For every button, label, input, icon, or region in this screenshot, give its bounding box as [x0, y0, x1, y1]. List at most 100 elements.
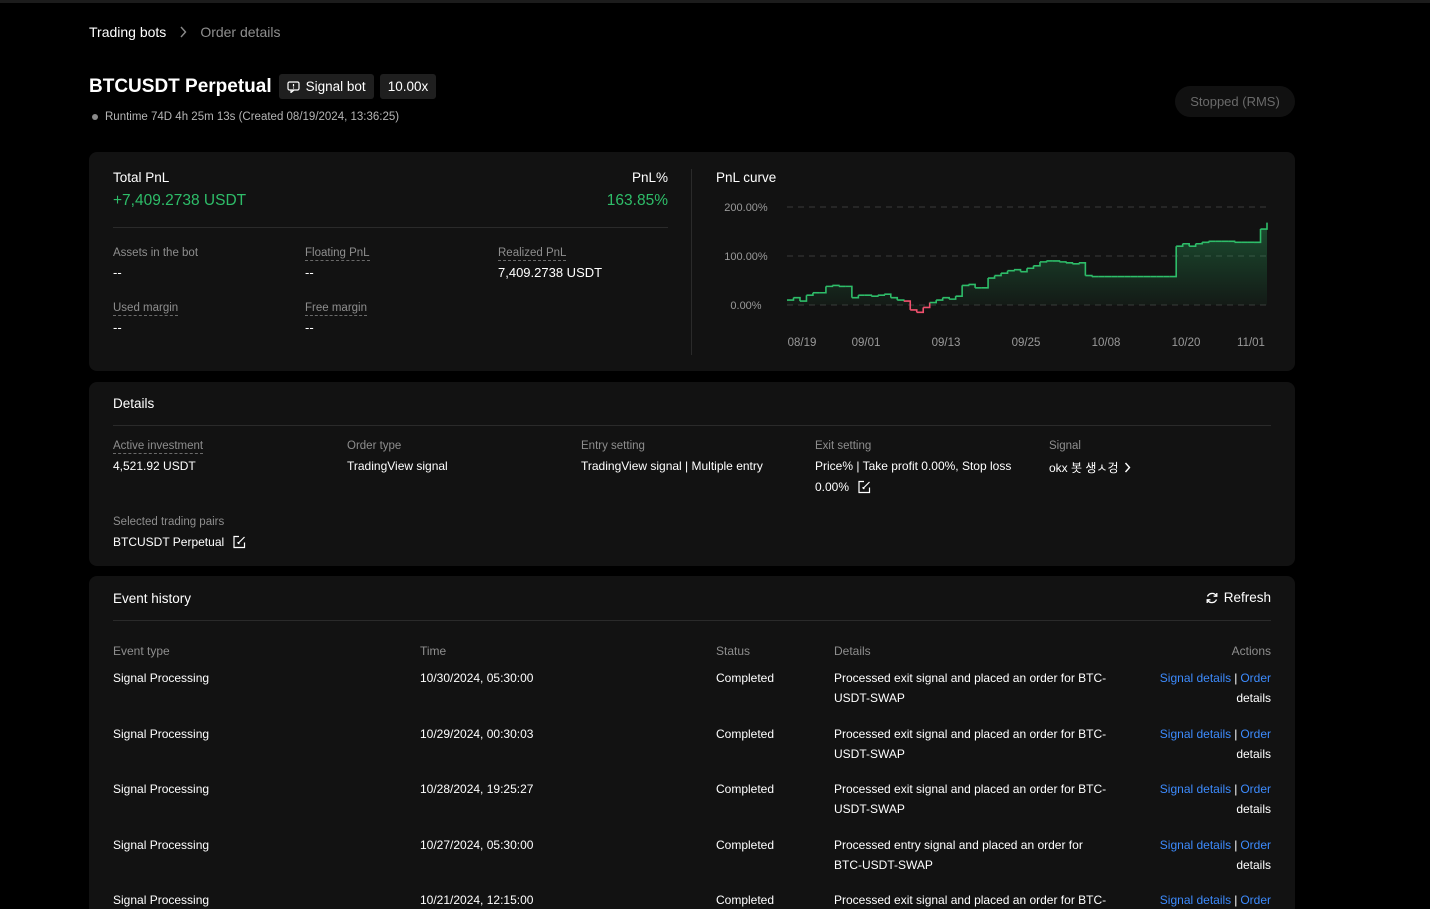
divider	[113, 620, 1271, 621]
title-row: BTCUSDT Perpetual Signal bot 10.00x	[89, 74, 442, 99]
free-margin-label[interactable]: Free margin	[305, 302, 367, 316]
order-details-link[interactable]: Order	[1240, 782, 1271, 796]
bot-type-badge: Signal bot	[278, 74, 374, 99]
signal-details-link[interactable]: Signal details	[1160, 727, 1231, 741]
details-heading: Details	[113, 396, 155, 411]
runtime-text: Runtime 74D 4h 25m 13s (Created 08/19/20…	[105, 111, 400, 123]
event-time-cell: 10/28/2024, 19:25:27	[420, 782, 534, 796]
action-separator: |	[1234, 837, 1238, 852]
pnl-line-segment	[1202, 241, 1210, 244]
event-details-line2: BTC-USDT-SWAP	[834, 857, 933, 872]
refresh-icon	[1206, 592, 1218, 603]
exit-setting-label: Exit setting	[815, 440, 872, 452]
floating-pnl-label[interactable]: Floating PnL	[305, 247, 370, 261]
pnl-curve-chart: 200.00% 100.00% 0.00% 08/19 09/01 09/13 09/25 1…	[724, 202, 1268, 349]
order-type-label: Order type	[347, 440, 402, 452]
order-details-link-cont[interactable]: details	[1236, 799, 1271, 819]
trading-pairs-row: BTCUSDT Perpetual	[113, 535, 246, 549]
col-status: Status	[716, 644, 751, 658]
chart-title: PnL curve	[716, 170, 777, 185]
event-status-cell: Completed	[716, 893, 775, 907]
order-details-link-cont[interactable]: details	[1236, 688, 1271, 708]
event-type-cell: Signal Processing	[113, 782, 210, 796]
active-investment-label[interactable]: Active investment	[113, 440, 204, 454]
exit-setting-value-2: 0.00%	[815, 480, 871, 494]
pnl-pct-value: 163.85%	[606, 192, 668, 209]
total-pnl-value: +7,409.2738 USDT	[113, 192, 247, 209]
trading-pairs-value: BTCUSDT Perpetual	[113, 535, 225, 549]
col-time: Time	[420, 644, 447, 658]
signal-label: Signal	[1049, 440, 1081, 452]
pnl-line-segment	[955, 285, 963, 297]
x-tick-label: 08/19	[788, 337, 817, 349]
x-tick-label: 10/20	[1172, 337, 1201, 349]
runtime-info: Runtime 74D 4h 25m 13s (Created 08/19/20…	[92, 111, 399, 123]
signal-details-link[interactable]: Signal details	[1160, 893, 1231, 907]
signal-details-link[interactable]: Signal details	[1160, 838, 1231, 852]
event-status-cell: Completed	[716, 671, 775, 685]
floating-pnl-value: --	[305, 265, 314, 280]
event-status-cell: Completed	[716, 726, 775, 741]
signal-details-link[interactable]: Signal details	[1160, 671, 1231, 685]
pnl-line-segment	[1169, 246, 1177, 278]
table-row: Signal Processing 10/30/2024, 05:30:00 Com…	[89, 668, 1295, 723]
edit-icon[interactable]	[232, 535, 246, 549]
divider	[113, 227, 668, 228]
realized-pnl-value: 7,409.2738 USDT	[498, 265, 603, 280]
breadcrumb-trading-bots[interactable]: Trading bots	[89, 24, 166, 40]
refresh-button[interactable]: Refresh	[1205, 590, 1271, 605]
event-history-card: Event history Refresh Event type Time St…	[89, 576, 1295, 909]
pnl-line-segment	[1254, 229, 1262, 244]
edit-icon[interactable]	[857, 480, 871, 494]
vertical-divider	[691, 169, 692, 355]
order-details-link[interactable]: Order	[1240, 727, 1271, 741]
event-type-cell: Signal Processing	[113, 837, 210, 852]
page-title: BTCUSDT Perpetual	[89, 75, 272, 97]
exit-setting-value: Price% | Take profit 0.00%, Stop loss	[815, 459, 1012, 473]
pnl-line-segment	[1001, 270, 1009, 274]
pnl-line-segment	[988, 275, 996, 279]
event-type-cell: Signal Processing	[113, 893, 210, 907]
event-time-cell: 10/27/2024, 05:30:00	[420, 837, 534, 852]
used-margin-label[interactable]: Used margin	[113, 302, 179, 316]
pnl-line-segment	[962, 284, 970, 287]
order-details-link[interactable]: Order	[1240, 893, 1271, 907]
event-status-cell: Completed	[716, 837, 775, 852]
action-separator: |	[1234, 893, 1238, 907]
signal-details-link[interactable]: Signal details	[1160, 782, 1231, 796]
x-tick-label: 11/01	[1237, 337, 1265, 349]
order-details-link-cont[interactable]: details	[1236, 855, 1271, 875]
pnl-line-segment	[787, 297, 795, 301]
realized-pnl-label[interactable]: Realized PnL	[498, 247, 567, 261]
signal-link[interactable]: okx 봇 생ㅅ겅	[1049, 459, 1131, 476]
event-details-line1: Processed exit signal and placed an orde…	[834, 782, 1107, 796]
order-details-link-cont[interactable]: details	[1236, 744, 1271, 764]
y-tick-label: 200.00%	[724, 202, 768, 214]
action-separator: |	[1234, 726, 1238, 741]
table-row: Signal Processing 10/21/2024, 12:15:00 Com…	[89, 890, 1295, 909]
breadcrumb-current: Order details	[200, 24, 281, 40]
order-type-value: TradingView signal	[347, 459, 448, 473]
x-tick-label: 10/08	[1092, 337, 1121, 349]
pnl-line-segment	[825, 285, 834, 288]
free-margin-value: --	[305, 320, 314, 335]
pnl-line-segment	[1027, 265, 1035, 270]
trading-pairs-label: Selected trading pairs	[113, 516, 225, 528]
col-event-type: Event type	[113, 644, 170, 658]
details-card: Details Active investment 4,521.92 USDT …	[89, 382, 1295, 566]
pnl-line-segment	[819, 286, 827, 294]
order-details-link[interactable]: Order	[1240, 838, 1271, 852]
action-separator: |	[1234, 671, 1238, 685]
pnl-line-segment	[806, 292, 814, 296]
x-tick-label: 09/13	[932, 337, 961, 349]
table-row: Signal Processing 10/29/2024, 00:30:03 Com…	[89, 724, 1295, 779]
x-tick-label: 09/01	[852, 337, 881, 349]
pnl-line-segment	[1033, 261, 1041, 267]
pnl-line-segment	[1176, 243, 1184, 247]
event-time-cell: 10/30/2024, 05:30:00	[420, 671, 534, 685]
event-details-line2: USDT-SWAP	[834, 691, 905, 705]
x-tick-label: 09/25	[1012, 337, 1041, 349]
order-details-link[interactable]: Order	[1240, 671, 1271, 685]
event-actions: Signal details | Order	[1160, 835, 1271, 855]
pnl-line-segment	[1260, 222, 1268, 230]
